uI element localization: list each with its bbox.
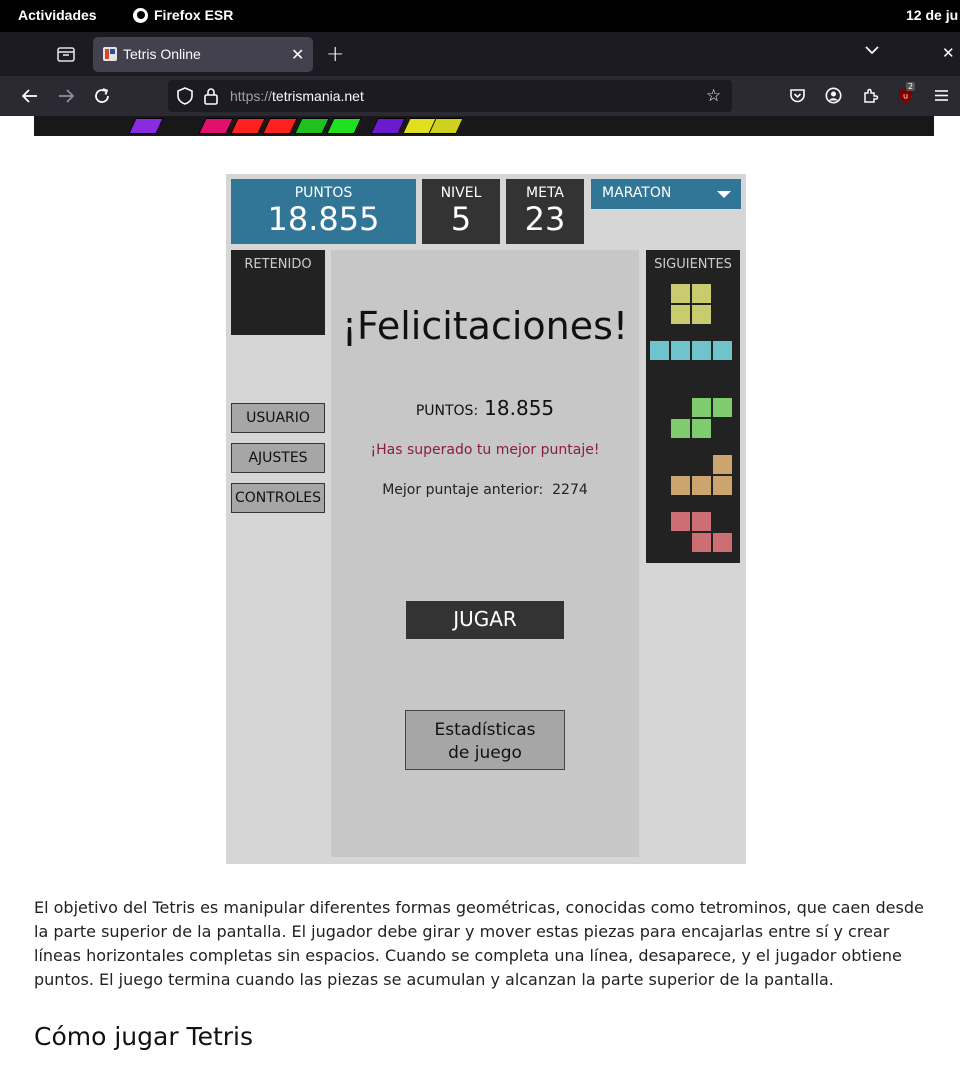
svg-text:u: u: [903, 92, 908, 101]
game-mode-select[interactable]: MARATON: [591, 179, 741, 209]
game-stats-line1: Estadísticas: [434, 720, 536, 740]
settings-button[interactable]: AJUSTES: [231, 443, 325, 473]
goal-label: META: [526, 185, 564, 201]
goal-display: META 23: [506, 179, 584, 244]
game-board: ¡Felicitaciones! PUNTOS: 18.855 ¡Has supe…: [331, 250, 639, 857]
new-best-message: ¡Has superado tu mejor puntaje!: [370, 442, 600, 458]
firefox-icon: [133, 7, 148, 23]
next-piece-3-block: [692, 419, 711, 438]
lock-icon[interactable]: [204, 87, 218, 105]
url-bar[interactable]: https://tetrismania.net ☆: [168, 80, 732, 112]
goal-value: 23: [524, 200, 566, 238]
activities-button[interactable]: Actividades: [18, 7, 97, 23]
tracking-protection-shield-icon[interactable]: [177, 87, 193, 105]
next-piece-4-block: [713, 476, 732, 495]
congratulations-title: ¡Felicitaciones!: [341, 304, 629, 348]
previous-best: Mejor puntaje anterior: 2274: [331, 482, 639, 498]
clock[interactable]: 12 de ju: [906, 7, 958, 23]
bookmark-star-icon[interactable]: ☆: [706, 86, 721, 106]
level-label: NIVEL: [440, 185, 482, 201]
game-mode-value: MARATON: [602, 185, 672, 201]
next-piece-5-block: [671, 512, 690, 531]
next-piece-1-block: [692, 284, 711, 303]
next-piece-3-block: [692, 398, 711, 417]
tab-tetris-online[interactable]: Tetris Online ✕: [93, 37, 313, 72]
new-tab-icon[interactable]: +: [326, 42, 344, 67]
pocket-icon[interactable]: [789, 87, 806, 104]
next-piece-1-block: [671, 284, 690, 303]
ublock-extension-icon[interactable]: u 2: [897, 82, 916, 104]
next-label: SIGUIENTES: [654, 257, 732, 272]
section-heading: Cómo jugar Tetris: [34, 1022, 254, 1051]
score-value: 18.855: [267, 200, 380, 238]
tab-title: Tetris Online: [123, 46, 201, 62]
firefox-view-icon[interactable]: [56, 45, 76, 63]
score-display: PUNTOS 18.855: [231, 179, 416, 244]
extensions-puzzle-icon[interactable]: [862, 87, 879, 104]
article-paragraph: El objetivo del Tetris es manipular dife…: [34, 898, 924, 989]
next-piece-5-block: [692, 512, 711, 531]
next-piece-2-block: [671, 341, 690, 360]
app-name: Firefox ESR: [154, 7, 234, 23]
final-score: PUNTOS: 18.855: [331, 396, 639, 420]
user-button[interactable]: USUARIO: [231, 403, 325, 433]
controls-button[interactable]: CONTROLES: [231, 483, 325, 513]
next-piece-1-block: [692, 305, 711, 324]
hold-label: RETENIDO: [244, 257, 312, 272]
next-piece-4-block: [713, 455, 732, 474]
tab-close-icon[interactable]: ✕: [291, 45, 304, 64]
url-text[interactable]: https://tetrismania.net: [230, 88, 364, 104]
next-piece-5-block: [713, 533, 732, 552]
previous-best-label: Mejor puntaje anterior:: [382, 482, 544, 498]
game-stats-button[interactable]: Estadísticas de juego: [405, 710, 565, 770]
score-label: PUNTOS: [294, 185, 353, 201]
back-arrow-icon[interactable]: [21, 88, 39, 104]
level-value: 5: [450, 200, 472, 238]
hold-piece-box: RETENIDO: [231, 250, 325, 335]
site-favicon-icon: [103, 47, 117, 61]
hero-banner-image: [34, 116, 934, 136]
account-icon[interactable]: [825, 87, 842, 104]
play-button[interactable]: JUGAR: [406, 601, 564, 639]
tetris-game-panel: PUNTOS 18.855 NIVEL 5 META 23 MARATON RE…: [226, 174, 746, 864]
hamburger-menu-icon[interactable]: [933, 87, 950, 104]
next-piece-2-block: [650, 341, 669, 360]
next-piece-5-block: [692, 533, 711, 552]
next-piece-4-block: [671, 476, 690, 495]
window-close-icon[interactable]: ✕: [942, 44, 955, 62]
next-piece-2-block: [692, 341, 711, 360]
web-page: PUNTOS 18.855 NIVEL 5 META 23 MARATON RE…: [0, 116, 960, 1080]
caret-down-icon: [717, 191, 731, 198]
reload-icon[interactable]: [93, 87, 111, 105]
next-piece-3-block: [671, 419, 690, 438]
app-menu[interactable]: Firefox ESR: [133, 7, 233, 23]
next-piece-2-block: [713, 341, 732, 360]
next-piece-3-block: [713, 398, 732, 417]
next-piece-4-block: [692, 476, 711, 495]
previous-best-value: 2274: [552, 482, 588, 498]
next-pieces-box: SIGUIENTES: [646, 250, 740, 563]
game-stats-line2: de juego: [448, 743, 522, 763]
level-display: NIVEL 5: [422, 179, 500, 244]
final-score-label: PUNTOS:: [415, 403, 479, 419]
next-piece-1-block: [671, 305, 690, 324]
final-score-value: 18.855: [484, 396, 555, 420]
system-top-bar: Actividades Firefox ESR 12 de ju: [0, 0, 960, 32]
forward-arrow-icon[interactable]: [57, 88, 75, 104]
extension-badge: 2: [906, 82, 916, 91]
chevron-down-icon[interactable]: [864, 44, 880, 60]
